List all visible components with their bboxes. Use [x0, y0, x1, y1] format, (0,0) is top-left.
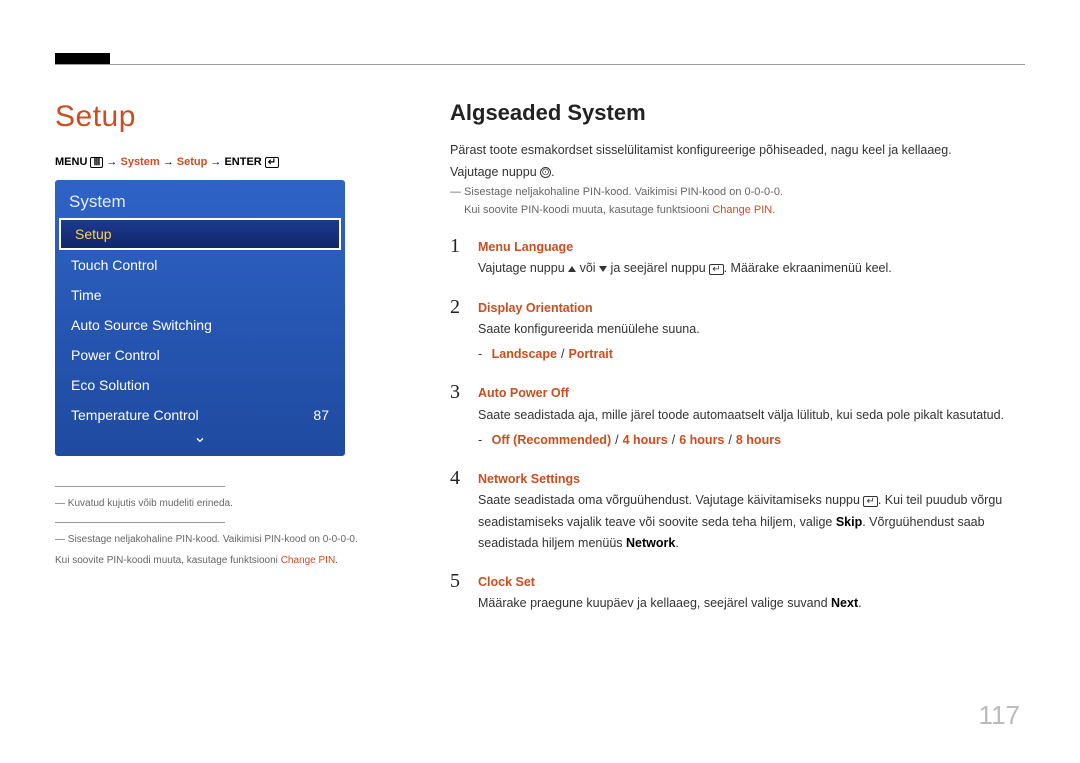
osd-panel: System Setup Touch Control Time Auto Sou… — [55, 180, 345, 456]
pin-note: ― Kui soovite PIN-koodi muuta, kasutage … — [450, 202, 1025, 220]
step-body: Saate seadistada oma võrguühendust. Vaju… — [478, 490, 1025, 554]
enter-icon: ↵ — [709, 264, 723, 275]
step-body: Vajutage nuppu või ja seejärel nuppu ↵. … — [478, 258, 1025, 279]
osd-title: System — [55, 180, 345, 218]
footnote-line: ― Sisestage neljakohaline PIN-kood. Vaik… — [55, 531, 400, 548]
osd-item-auto-source[interactable]: Auto Source Switching — [55, 310, 345, 340]
step-options: - Off (Recommended)/4 hours/6 hours/8 ho… — [478, 430, 1025, 451]
page-number: 117 — [979, 700, 1020, 731]
step-row: 2 Display Orientation Saate konfigureeri… — [450, 290, 1025, 376]
right-column: Algseaded System Pärast toote esmakordse… — [450, 100, 1025, 625]
step-title: Menu Language — [478, 237, 1025, 258]
left-column: Setup MENU Ⅲ → System → Setup → ENTER ↵ … — [55, 100, 400, 625]
footnote-line: ― Kuvatud kujutis võib mudeliti erineda. — [55, 495, 400, 512]
footnote-line: Kui soovite PIN-koodi muuta, kasutage fu… — [55, 552, 400, 569]
intro-text: Pärast toote esmakordset sisselülitamist… — [450, 140, 1025, 160]
step-title: Auto Power Off — [478, 383, 1025, 404]
step-row: 5 Clock Set Määrake praegune kuupäev ja … — [450, 564, 1025, 625]
steps-table: 1 Menu Language Vajutage nuppu või ja se… — [450, 229, 1025, 625]
step-body: Saate konfigureerida menüülehe suuna. — [478, 319, 1025, 340]
step-body: Määrake praegune kuupäev ja kellaaeg, se… — [478, 593, 1025, 614]
left-footnotes: ― Kuvatud kujutis võib mudeliti erineda.… — [55, 486, 400, 569]
arrow-up-icon — [568, 266, 576, 272]
step-row: 3 Auto Power Off Saate seadistada aja, m… — [450, 375, 1025, 461]
step-row: 4 Network Settings Saate seadistada oma … — [450, 461, 1025, 564]
breadcrumb: MENU Ⅲ → System → Setup → ENTER ↵ — [55, 156, 400, 168]
step-body: Saate seadistada aja, mille järel toode … — [478, 405, 1025, 426]
osd-item-setup[interactable]: Setup — [59, 218, 341, 250]
osd-item-time[interactable]: Time — [55, 280, 345, 310]
chevron-down-icon[interactable]: ⌄ — [55, 430, 345, 450]
step-row: 1 Menu Language Vajutage nuppu või ja se… — [450, 229, 1025, 290]
header-rule — [55, 64, 1025, 65]
section-title: Setup — [55, 100, 400, 134]
enter-icon: ↵ — [265, 157, 279, 168]
enter-icon: ↵ — [863, 496, 877, 507]
step-options: - Landscape/Portrait — [478, 344, 1025, 365]
step-title: Clock Set — [478, 572, 1025, 593]
osd-item-temperature[interactable]: Temperature Control87 — [55, 400, 345, 430]
osd-item-touch-control[interactable]: Touch Control — [55, 250, 345, 280]
right-heading: Algseaded System — [450, 100, 1025, 126]
intro-text: Vajutage nuppu ⊙. — [450, 162, 1025, 182]
osd-item-eco-solution[interactable]: Eco Solution — [55, 370, 345, 400]
step-title: Display Orientation — [478, 298, 1025, 319]
menu-icon: Ⅲ — [90, 157, 103, 168]
circle-button-icon: ⊙ — [540, 167, 551, 178]
pin-note: ― Sisestage neljakohaline PIN-kood. Vaik… — [450, 184, 1025, 202]
step-title: Network Settings — [478, 469, 1025, 490]
arrow-down-icon — [599, 266, 607, 272]
osd-item-power-control[interactable]: Power Control — [55, 340, 345, 370]
